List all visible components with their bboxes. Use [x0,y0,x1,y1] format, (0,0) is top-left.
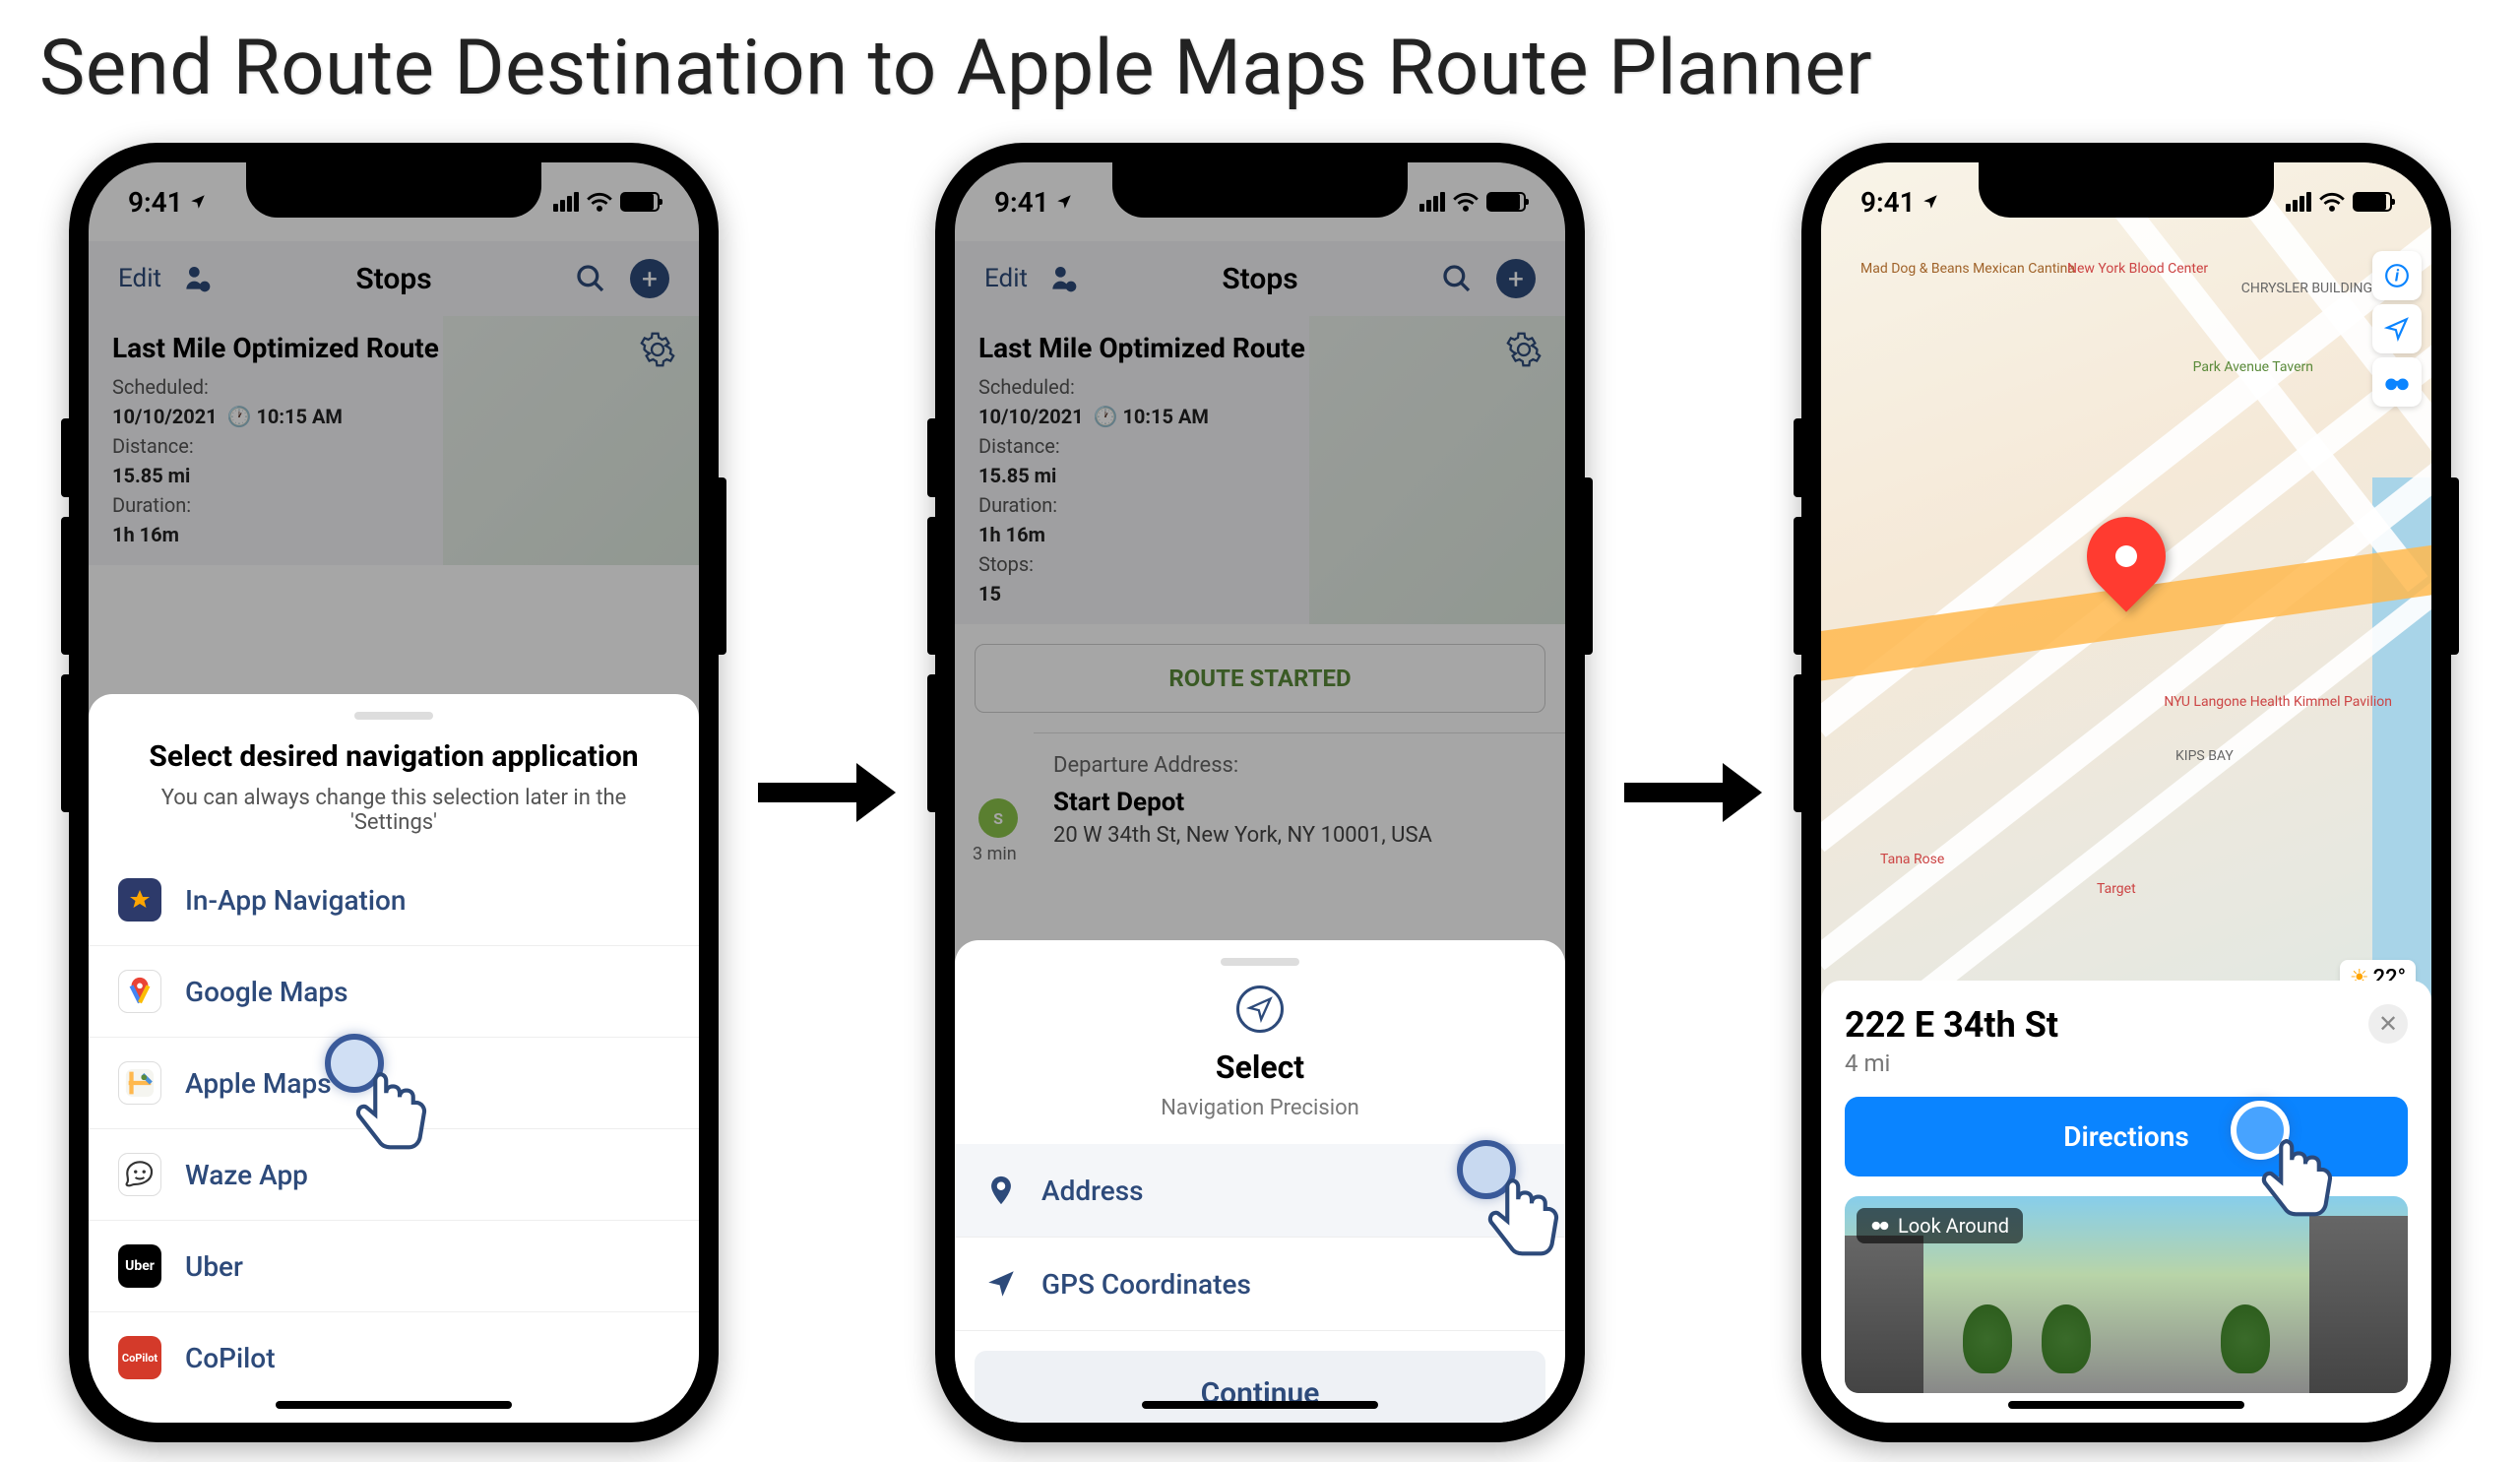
nav-app-sheet: Select desired navigation application Yo… [89,694,699,1423]
svg-text:i: i [2395,266,2400,285]
navigation-compass-icon [1236,985,1284,1033]
phone-2: 9:41 Edit Stops + [935,143,1585,1442]
notch [246,162,541,218]
phone-1: 9:41 Edit Stops + [69,143,719,1442]
info-button[interactable]: i [2372,251,2422,300]
status-time: 9:41 [1860,186,1916,219]
page-title: Send Route Destination to Apple Maps Rou… [0,0,2520,123]
nav-option-apple-maps[interactable]: Apple Maps [89,1038,699,1129]
precision-option-label: Address [1041,1175,1144,1207]
map-poi-label: Mad Dog & Beans Mexican Cantina [1860,261,2075,277]
battery-icon [2353,192,2392,212]
continue-button[interactable]: Continue [975,1351,1545,1423]
precision-subtitle: Navigation Precision [955,1096,1565,1120]
uber-icon: Uber [118,1244,161,1288]
sheet-title: Select desired navigation application [89,739,699,774]
wifi-icon [2319,192,2345,212]
phones-container: 9:41 Edit Stops + [0,123,2520,1462]
nav-option-copilot[interactable]: CoPilot CoPilot [89,1312,699,1403]
place-distance: 4 mi [1845,1049,2408,1077]
notch [1979,162,2274,218]
pin-icon [984,1174,1018,1207]
map-poi-label: Park Avenue Tavern [2193,359,2313,375]
notch [1112,162,1408,218]
home-indicator[interactable] [2008,1401,2244,1409]
destination-pin-icon[interactable] [2087,517,2166,596]
map-poi-label: Tana Rose [1880,852,1944,867]
map-poi-label: New York Blood Center [2067,261,2208,277]
waze-icon [118,1153,161,1196]
location-services-icon [1922,193,1939,211]
sheet-subtitle: You can always change this selection lat… [89,786,699,835]
home-indicator[interactable] [276,1401,512,1409]
place-address: 222 E 34th St [1845,1004,2058,1046]
nav-option-google-maps[interactable]: Google Maps [89,946,699,1038]
directions-button[interactable]: Directions [1845,1097,2408,1176]
phone-3: Mad Dog & Beans Mexican Cantina New York… [1801,143,2451,1442]
nav-option-label: CoPilot [185,1342,276,1374]
nav-option-label: Google Maps [185,976,348,1008]
nav-option-label: Uber [185,1250,243,1283]
tap-indicator [325,1034,384,1093]
copilot-icon: CoPilot [118,1336,161,1379]
precision-sheet: Select Navigation Precision Address GPS … [955,940,1565,1423]
nav-option-label: Apple Maps [185,1067,332,1100]
binoculars-button[interactable] [2372,357,2422,407]
nav-option-label: In-App Navigation [185,884,406,917]
place-card: 222 E 34th St ✕ 4 mi Directions [1821,981,2431,1423]
home-indicator[interactable] [1142,1401,1378,1409]
precision-option-label: GPS Coordinates [1041,1268,1251,1301]
map-controls: i [2372,251,2422,407]
nav-option-waze[interactable]: Waze App [89,1129,699,1221]
locate-me-button[interactable] [2372,304,2422,353]
in-app-nav-icon [118,878,161,922]
map-poi-label: Target [2097,881,2136,897]
look-around-label: Look Around [1857,1208,2023,1243]
precision-option-address[interactable]: Address [955,1144,1565,1238]
flow-arrow-icon [1624,763,1762,822]
signal-icon [2286,192,2311,212]
precision-title: Select [955,1049,1565,1086]
tap-indicator [1457,1140,1516,1199]
flow-arrow-icon [758,763,896,822]
precision-option-gps[interactable]: GPS Coordinates [955,1238,1565,1331]
binoculars-icon [1870,1216,1890,1236]
close-button[interactable]: ✕ [2368,1004,2408,1044]
map-poi-label: CHRYSLER BUILDING [2241,281,2372,296]
nav-option-in-app[interactable]: In-App Navigation [89,855,699,946]
apple-maps-icon [118,1061,161,1105]
nav-option-label: Waze App [185,1159,308,1191]
sheet-handle[interactable] [1221,958,1299,966]
tap-indicator [2231,1101,2290,1160]
sheet-handle[interactable] [354,712,433,720]
look-around-preview[interactable]: Look Around [1845,1196,2408,1393]
location-arrow-icon [984,1267,1018,1301]
google-maps-icon [118,970,161,1013]
map-poi-label: NYU Langone Health Kimmel Pavilion [2164,694,2392,710]
map-poi-label: KIPS BAY [2175,748,2234,764]
nav-option-uber[interactable]: Uber Uber [89,1221,699,1312]
